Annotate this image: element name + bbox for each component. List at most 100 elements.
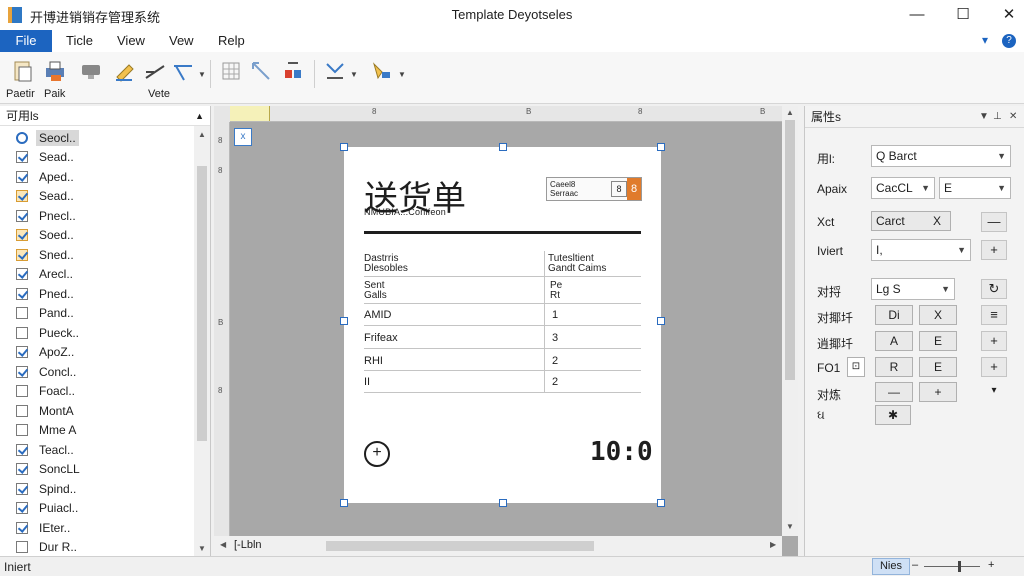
layout-toggle-icon[interactable]: x (234, 128, 252, 146)
field-list-item[interactable]: MontA (0, 401, 194, 421)
line-tool-icon[interactable] (142, 58, 168, 84)
scroll-thumb[interactable] (326, 541, 594, 551)
prop-button[interactable]: E (919, 357, 957, 377)
menu-help[interactable]: Relp (206, 30, 257, 52)
prop-button[interactable]: — (875, 382, 913, 402)
scroll-up-icon[interactable]: ▲ (786, 108, 794, 117)
canvas-horizontal-scrollbar[interactable]: ◀ [-Lbln ▶ (214, 536, 782, 556)
field-list-scrollbar[interactable]: ▲ ▼ (194, 126, 210, 556)
resize-handle[interactable] (657, 143, 665, 151)
field-list-item[interactable]: Aped.. (0, 167, 194, 187)
menu-title[interactable]: Ticle (54, 30, 105, 52)
field-checkbox[interactable] (16, 482, 28, 495)
status-view-button[interactable]: Nies (872, 558, 910, 575)
field-checkbox[interactable] (16, 404, 28, 417)
zoom-slider[interactable] (924, 566, 980, 567)
arrange-dropdown-icon[interactable]: ▼ (350, 70, 358, 79)
field-checkbox[interactable] (16, 190, 28, 203)
menu-file[interactable]: File (0, 30, 52, 52)
prop-side-plus[interactable]: + (981, 240, 1007, 260)
prop-button[interactable]: R (875, 357, 913, 377)
dropdown-icon[interactable]: ▼ (957, 240, 966, 260)
field-list-item[interactable]: ApoZ.. (0, 343, 194, 363)
prop-button[interactable]: E (919, 331, 957, 351)
prop-button[interactable]: X (919, 305, 957, 325)
prop-side-minus[interactable]: — (981, 212, 1007, 232)
field-checkbox[interactable] (16, 248, 28, 261)
prop-side-plus[interactable]: + (981, 357, 1007, 377)
format-dropdown-icon[interactable]: ▼ (398, 70, 406, 79)
field-checkbox[interactable] (16, 307, 28, 320)
minimize-button[interactable]: — (894, 0, 940, 30)
format-painter-icon[interactable] (368, 58, 394, 84)
grid-icon[interactable] (218, 58, 244, 84)
scroll-up-icon[interactable]: ▲ (198, 130, 206, 139)
field-list-item[interactable]: IEter.. (0, 518, 194, 538)
field-checkbox[interactable] (16, 385, 28, 398)
monitor-icon[interactable] (78, 58, 104, 84)
field-checkbox[interactable] (16, 463, 28, 476)
dropdown-icon[interactable]: ▼ (941, 279, 950, 299)
prop-field-size[interactable]: E ▼ (939, 177, 1011, 199)
prop-side-dropdown-icon[interactable]: ▾ (981, 382, 1007, 402)
field-checkbox[interactable] (16, 287, 28, 300)
edit-pencil-icon[interactable] (112, 58, 138, 84)
field-list-item[interactable]: Sead.. (0, 187, 194, 207)
field-list-item[interactable]: Spind.. (0, 479, 194, 499)
panel-menu-icon[interactable]: ▼ (979, 106, 989, 128)
arrange-icon[interactable] (322, 58, 348, 84)
table-row[interactable]: AMID 1 (364, 304, 641, 326)
prop-button[interactable]: ✱ (875, 405, 911, 425)
table-row[interactable]: Frifeax 3 (364, 326, 641, 349)
resize-handle[interactable] (340, 499, 348, 507)
prop-field-align[interactable]: Lg S ▼ (871, 278, 955, 300)
stamp-field[interactable]: Caeel8 Serraac 8 8 (546, 177, 642, 201)
table-header-row[interactable]: Dastrris Dlesobles Tutesltient Gandt Cai… (364, 251, 641, 277)
scroll-thumb[interactable] (197, 166, 207, 441)
maximize-button[interactable]: ☐ (940, 0, 986, 30)
canvas-vertical-scrollbar[interactable]: ▲ ▼ (782, 106, 798, 536)
field-checkbox[interactable] (16, 443, 28, 456)
resize-handle[interactable] (340, 143, 348, 151)
field-checkbox[interactable] (16, 268, 28, 281)
field-list-item[interactable]: Dur R.. (0, 538, 194, 558)
field-checkbox[interactable] (16, 424, 28, 437)
resize-icon[interactable] (248, 58, 274, 84)
field-list-item[interactable]: Puiacl.. (0, 499, 194, 519)
field-list-item[interactable]: Pand.. (0, 304, 194, 324)
field-checkbox[interactable] (16, 541, 28, 554)
prop-button[interactable]: Di (875, 305, 913, 325)
field-list-item[interactable]: Seocl.. (0, 128, 194, 148)
field-list-item[interactable]: Sned.. (0, 245, 194, 265)
prop-field-insert[interactable]: I, ▼ (871, 239, 971, 261)
field-list-item[interactable]: Sead.. (0, 148, 194, 168)
scroll-down-icon[interactable]: ▼ (786, 522, 794, 531)
scroll-thumb[interactable] (785, 120, 795, 380)
field-checkbox[interactable] (16, 209, 28, 222)
zoom-in-icon[interactable]: + (988, 559, 994, 571)
panel-close-icon[interactable]: ✕ (1009, 106, 1017, 128)
field-list-item[interactable]: Pueck.. (0, 323, 194, 343)
field-list-item[interactable]: Foacl.. (0, 382, 194, 402)
scroll-down-icon[interactable]: ▼ (198, 544, 206, 553)
delivery-note-template[interactable]: 送货单 NMUBIA...Conlfeon Caeel8 Serraac 8 8… (340, 143, 665, 507)
field-list-item[interactable]: Pned.. (0, 284, 194, 304)
prop-button[interactable]: A (875, 331, 913, 351)
scroll-right-icon[interactable]: ▶ (770, 540, 776, 549)
connector-dropdown-icon[interactable]: ▼ (198, 70, 206, 79)
field-checkbox[interactable] (16, 502, 28, 515)
field-checkbox[interactable] (16, 170, 28, 183)
field-list-item[interactable]: Arecl.. (0, 265, 194, 285)
field-list-item[interactable]: Mme A (0, 421, 194, 441)
dropdown-icon[interactable]: ▼ (997, 178, 1006, 198)
field-list-item[interactable]: Soed.. (0, 226, 194, 246)
prop-side-refresh[interactable]: ↻ (981, 279, 1007, 299)
prop-field-font[interactable]: CacCL ▼ (871, 177, 935, 199)
resize-handle[interactable] (499, 499, 507, 507)
field-checkbox[interactable] (16, 151, 28, 164)
field-list-item[interactable]: Pnecl.. (0, 206, 194, 226)
resize-handle[interactable] (657, 499, 665, 507)
resize-handle[interactable] (657, 317, 665, 325)
resize-handle[interactable] (499, 143, 507, 151)
close-button[interactable]: ✕ (986, 0, 1024, 30)
